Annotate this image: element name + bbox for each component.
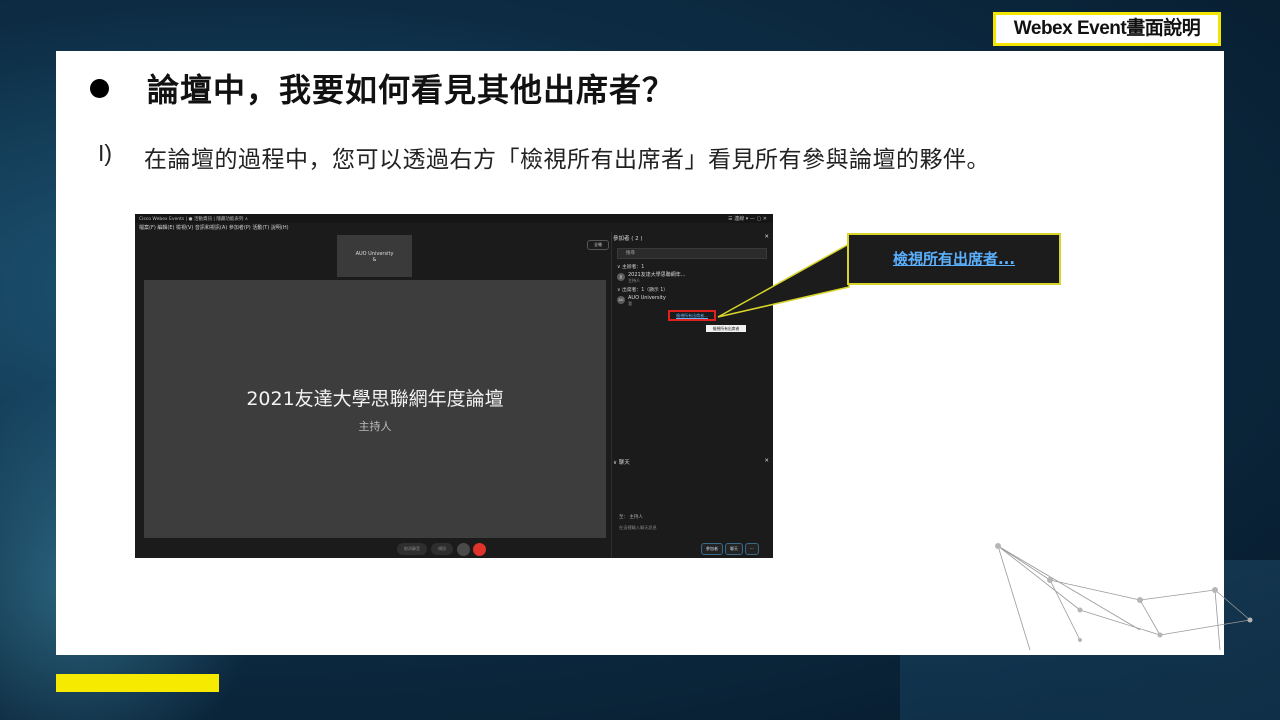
network-decoration — [995, 543, 1253, 651]
callout-view-all-link[interactable]: 檢視所有出席者... — [849, 248, 1059, 269]
callout-box: 檢視所有出席者... — [847, 233, 1061, 285]
accent-bar — [56, 674, 219, 692]
callout-pointer — [717, 242, 850, 318]
